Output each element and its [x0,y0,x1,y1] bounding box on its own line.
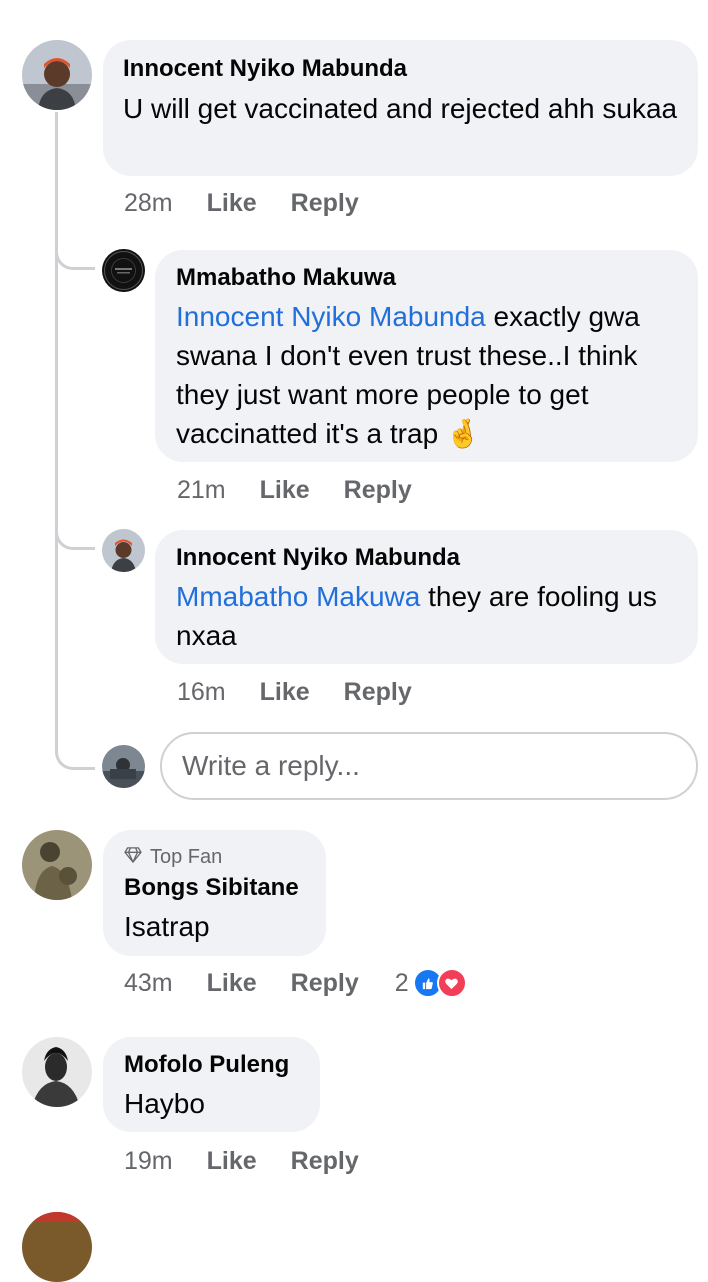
reply-timestamp[interactable]: 21m [177,475,226,505]
reply-author[interactable]: Mmabatho Makuwa [176,263,677,293]
avatar[interactable] [22,40,92,110]
reply-text-block: Innocent Nyiko Mabunda exactly gwa swana… [176,297,677,453]
reply-button[interactable]: Reply [291,188,359,218]
current-user-avatar [102,745,145,788]
love-icon [436,968,467,998]
like-button[interactable]: Like [207,968,257,998]
reply-bubble: Mmabatho Makuwa Innocent Nyiko Mabunda e… [155,250,698,462]
profile-photo-icon [22,40,92,110]
comment-text: Haybo [124,1088,205,1119]
reaction-summary[interactable]: 2 [395,968,467,998]
comment-actions: 28m Like Reply [124,188,359,218]
profile-photo-icon [22,830,92,900]
thread-elbow [55,250,95,270]
badge-label: Top Fan [150,846,223,868]
profile-photo-icon [102,249,145,292]
avatar[interactable] [22,830,92,900]
reaction-count: 2 [394,969,409,997]
reply-button[interactable]: Reply [291,968,359,998]
reply-actions: 16m Like Reply [177,677,412,707]
comment-timestamp[interactable]: 19m [124,1146,173,1176]
comment-actions: 19m Like Reply [124,1146,359,1176]
reply-button[interactable]: Reply [291,1146,359,1176]
profile-photo-icon [102,529,145,572]
profile-photo-icon [22,1037,92,1107]
like-button[interactable]: Like [260,677,310,707]
reply-input[interactable] [160,732,698,800]
comment-author[interactable]: Mofolo Puleng [124,1050,299,1080]
reply-timestamp[interactable]: 16m [177,677,226,707]
comment-bubble: Mofolo Puleng Haybo [103,1037,320,1132]
thread-line [55,112,58,752]
avatar[interactable] [22,1212,92,1282]
reply-button[interactable]: Reply [344,475,412,505]
reply-bubble: Innocent Nyiko Mabunda Mmabatho Makuwa t… [155,530,698,664]
comment-bubble: Innocent Nyiko Mabunda U will get vaccin… [103,40,698,176]
comment-timestamp[interactable]: 43m [124,968,173,998]
comment-bubble: Top Fan Bongs Sibitane Isatrap [103,830,326,956]
like-button[interactable]: Like [207,188,257,218]
reply-author[interactable]: Innocent Nyiko Mabunda [176,543,677,573]
diamond-icon [124,845,144,869]
like-button[interactable]: Like [207,1146,257,1176]
avatar[interactable] [102,529,145,572]
mention-link[interactable]: Mmabatho Makuwa [176,581,420,612]
top-fan-badge: Top Fan [124,845,305,869]
comment-author[interactable]: Innocent Nyiko Mabunda [123,54,678,84]
mention-link[interactable]: Innocent Nyiko Mabunda [176,301,486,332]
thread-elbow [55,750,95,770]
avatar[interactable] [102,249,145,292]
comment-text: U will get vaccinated and rejected ahh s… [123,93,678,124]
like-button[interactable]: Like [260,475,310,505]
avatar[interactable] [22,1037,92,1107]
thread-elbow [55,530,95,550]
profile-photo-icon [102,745,145,788]
comment-author[interactable]: Bongs Sibitane [124,873,305,903]
comment-timestamp[interactable]: 28m [124,188,173,218]
comment-actions: 43m Like Reply 2 [124,968,467,998]
reply-actions: 21m Like Reply [177,475,412,505]
reply-button[interactable]: Reply [344,677,412,707]
comment-text: Isatrap [124,911,210,942]
reply-text-block: Mmabatho Makuwa they are fooling us nxaa [176,577,677,655]
profile-photo-icon [22,1212,92,1282]
